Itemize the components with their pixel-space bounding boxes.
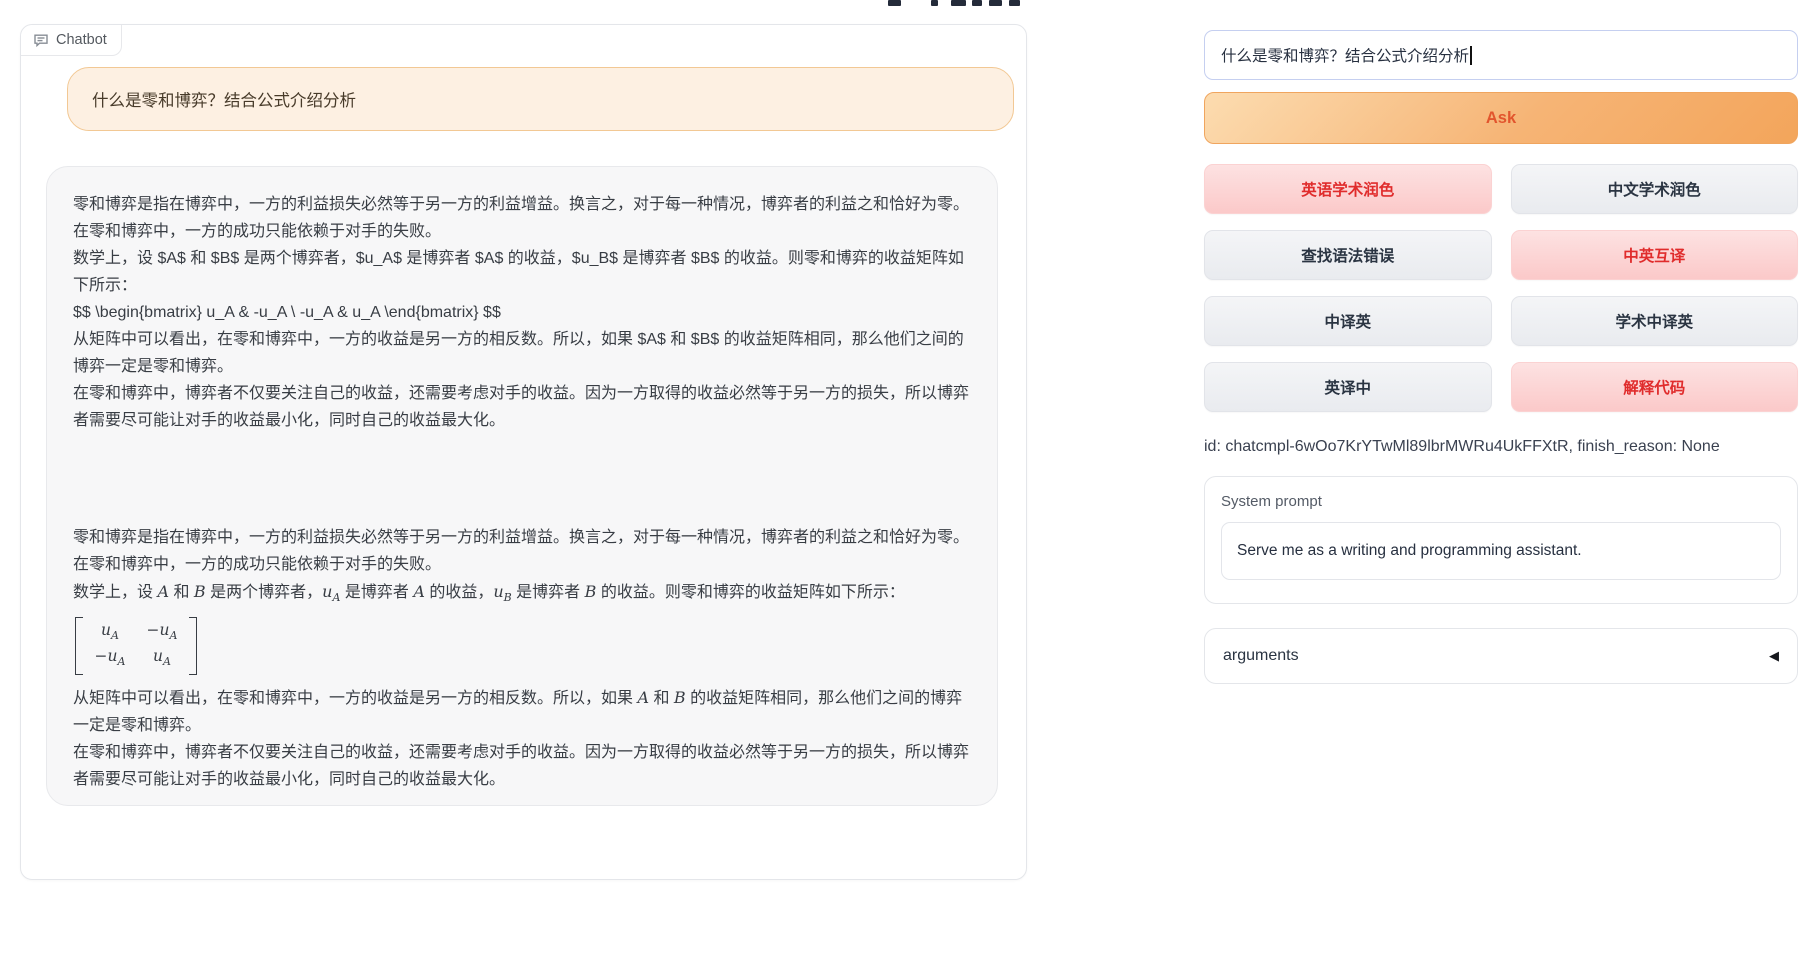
chatbot-label-text: Chatbot [56, 32, 107, 48]
cropped-title-fragment [1009, 0, 1020, 6]
bot-latex-source-line: $$ \begin{bmatrix} u_A & -u_A \ -u_A & u… [73, 299, 971, 326]
bot-paragraph: 在零和博弈中，博弈者不仅要关注自己的收益，还需要考虑对手的收益。因为一方取得的收… [73, 380, 971, 434]
quick-action-grid: 英语学术润色 中文学术润色 查找语法错误 中英互译 中译英 学术中译英 英译中 … [1204, 164, 1798, 412]
system-prompt-card: System prompt Serve me as a writing and … [1204, 476, 1798, 604]
cropped-title-fragment [888, 0, 901, 6]
bot-paragraph: 在零和博弈中，博弈者不仅要关注自己的收益，还需要考虑对手的收益。因为一方取得的收… [73, 739, 971, 793]
user-message-bubble: 什么是零和博弈？结合公式介绍分析 [67, 67, 1014, 131]
button-label: 中文学术润色 [1608, 178, 1701, 200]
button-label: 英译中 [1324, 376, 1371, 398]
arguments-accordion-label: arguments [1223, 647, 1299, 665]
button-label: 查找语法错误 [1301, 244, 1394, 266]
matrix-left-bracket [75, 617, 83, 675]
chatbot-panel[interactable]: Chatbot 什么是零和博弈？结合公式介绍分析 零和博弈是指在博弈中，一方的利… [20, 24, 1027, 880]
matrix-right-bracket [189, 617, 197, 675]
cropped-title-fragment [951, 0, 966, 6]
system-prompt-value: Serve me as a writing and programming as… [1237, 542, 1582, 560]
arguments-accordion-header[interactable]: arguments ◀ [1204, 628, 1798, 684]
quick-action-en-to-zh[interactable]: 英译中 [1204, 362, 1492, 412]
bot-message-bubble: 零和博弈是指在博弈中，一方的利益损失必然等于另一方的利益增益。换言之，对于每一种… [46, 166, 998, 806]
quick-action-english-academic-polish[interactable]: 英语学术润色 [1204, 164, 1492, 214]
bot-message-rendered-section: 零和博弈是指在博弈中，一方的利益损失必然等于另一方的利益增益。换言之，对于每一种… [73, 524, 971, 793]
bot-paragraph-with-math: 从矩阵中可以看出，在零和博弈中，一方的收益是另一方的相反数。所以，如果 A 和 … [73, 684, 971, 739]
cropped-title-fragment [972, 0, 982, 6]
cropped-title-fragment [931, 0, 938, 6]
quick-action-chinese-academic-polish[interactable]: 中文学术润色 [1511, 164, 1799, 214]
ask-button[interactable]: Ask [1204, 92, 1798, 144]
accordion-collapsed-arrow-icon: ◀ [1769, 648, 1779, 664]
system-prompt-label: System prompt [1221, 493, 1781, 510]
matrix-rows: uA−uA−uAuA [83, 617, 189, 675]
cropped-title-fragment [989, 0, 1002, 6]
chatbot-label: Chatbot [21, 25, 122, 56]
ask-button-label: Ask [1486, 109, 1516, 128]
button-label: 中译英 [1324, 310, 1371, 332]
quick-action-find-grammar-errors[interactable]: 查找语法错误 [1204, 230, 1492, 280]
bot-paragraph: 数学上，设 $A$ 和 $B$ 是两个博弈者，$u_A$ 是博弈者 $A$ 的收… [73, 245, 971, 299]
system-prompt-input[interactable]: Serve me as a writing and programming as… [1221, 522, 1781, 580]
user-message-text: 什么是零和博弈？结合公式介绍分析 [92, 87, 356, 111]
button-label: 学术中译英 [1615, 310, 1693, 332]
quick-action-explain-code[interactable]: 解释代码 [1511, 362, 1799, 412]
quick-action-zh-to-en[interactable]: 中译英 [1204, 296, 1492, 346]
chat-bubble-icon [33, 32, 49, 48]
question-input-value: 什么是零和博弈？结合公式介绍分析 [1221, 44, 1469, 66]
text-cursor [1470, 46, 1472, 65]
button-label: 解释代码 [1623, 376, 1685, 398]
quick-action-zh-en-translate[interactable]: 中英互译 [1511, 230, 1799, 280]
button-label: 英语学术润色 [1301, 178, 1394, 200]
button-label: 中英互译 [1623, 244, 1685, 266]
bot-message-raw-section: 零和博弈是指在博弈中，一方的利益损失必然等于另一方的利益增益。换言之，对于每一种… [73, 191, 971, 434]
response-id-status: id: chatcmpl-6wOo7KrYTwMl89lbrMWRu4UkFFX… [1204, 438, 1798, 456]
bot-paragraph-with-math: 数学上，设 A 和 B 是两个博弈者，uA 是博弈者 A 的收益，uB 是博弈者… [73, 578, 971, 611]
question-input[interactable]: 什么是零和博弈？结合公式介绍分析 [1204, 30, 1798, 80]
quick-action-academic-zh-to-en[interactable]: 学术中译英 [1511, 296, 1799, 346]
payoff-matrix: uA−uA−uAuA [75, 617, 197, 675]
bot-paragraph: 零和博弈是指在博弈中，一方的利益损失必然等于另一方的利益增益。换言之，对于每一种… [73, 524, 971, 578]
bot-paragraph: 零和博弈是指在博弈中，一方的利益损失必然等于另一方的利益增益。换言之，对于每一种… [73, 191, 971, 245]
controls-column: 什么是零和博弈？结合公式介绍分析 Ask 英语学术润色 中文学术润色 查找语法错… [1204, 0, 1798, 961]
bot-paragraph: 从矩阵中可以看出，在零和博弈中，一方的收益是另一方的相反数。所以，如果 $A$ … [73, 326, 971, 380]
